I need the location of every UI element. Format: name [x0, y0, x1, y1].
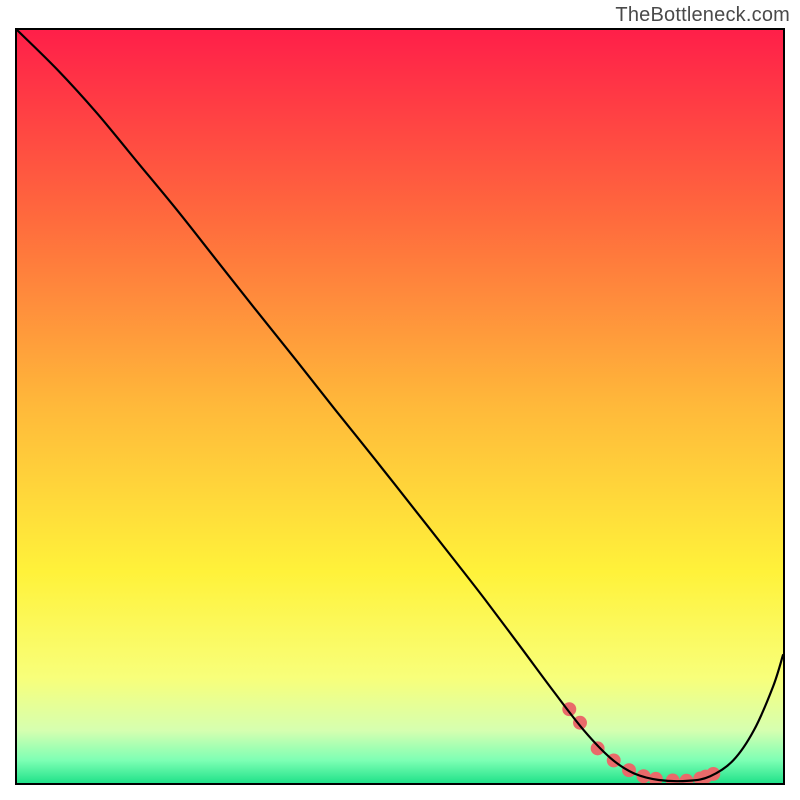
chart-stage: TheBottleneck.com: [0, 0, 800, 800]
bottleneck-curve: [17, 30, 783, 781]
watermark-text: TheBottleneck.com: [615, 4, 790, 27]
curve-layer: [17, 30, 783, 783]
plot-area: [15, 28, 785, 785]
highlight-dot: [649, 772, 663, 783]
highlight-dot: [591, 741, 605, 755]
highlight-dots-group: [562, 702, 720, 783]
